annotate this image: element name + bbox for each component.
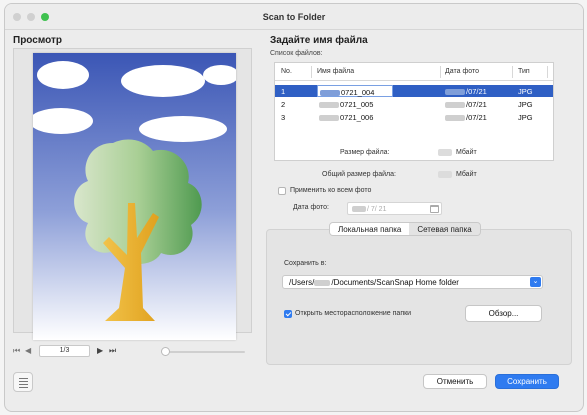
file-size-label: Размер файла: [340,149,390,156]
save-in-label: Сохранить в: [284,260,327,267]
page-indicator[interactable]: 1/3 [39,345,90,357]
open-location-checkbox[interactable] [284,310,292,318]
total-size-label: Общий размер файла: [322,171,396,178]
cancel-button[interactable]: Отменить [423,374,487,389]
filename-heading: Задайте имя файла [270,35,368,46]
destination-tabs: Локальная папка Сетевая папка [329,222,481,236]
tab-network-folder[interactable]: Сетевая папка [409,223,480,235]
table-row[interactable]: 3 0721_006 /07/21 JPG [275,111,553,123]
col-name[interactable]: Имя файла [317,68,354,75]
filename-edit-field[interactable]: 0721_004 [317,85,393,97]
calendar-icon[interactable] [430,205,439,213]
photo-date-field[interactable]: / 7/ 21 [347,202,442,215]
last-page-icon[interactable]: ⏭ [109,344,116,358]
zoom-slider-knob[interactable] [161,347,170,356]
table-row[interactable]: 1 0721_004 /07/21 JPG [275,85,553,97]
total-size-value [438,171,452,178]
destination-panel [266,229,572,365]
window-title: Scan to Folder [262,12,326,22]
tree-illustration [33,53,236,340]
page-navigation: ⏮ ◀ 1/3 ▶ ⏭ [13,344,252,358]
table-row[interactable]: 2 0721_005 /07/21 JPG [275,98,553,110]
col-type[interactable]: Тип [518,68,530,75]
tab-local-folder[interactable]: Локальная папка [330,223,410,235]
zoom-slider-track[interactable] [163,351,245,353]
save-location-select[interactable]: /Users//Documents/ScanSnap Home folder ⌄ [282,275,543,289]
next-page-icon[interactable]: ▶ [97,344,103,358]
total-size-unit: Мбайт [456,171,477,178]
open-location-label[interactable]: Открыть месторасположение папки [295,310,411,317]
preview-title: Просмотр [13,35,62,46]
sidebar-toggle-button[interactable] [13,372,33,392]
file-list-table: No. Имя файла Дата фото Тип 1 0721_004 /… [274,62,554,161]
table-header: No. Имя файла Дата фото Тип [275,63,553,81]
file-list-label: Список файлов: [270,50,323,57]
save-button[interactable]: Сохранить [495,374,559,389]
preview-pane [13,48,252,340]
photo-date-label: Дата фото: [293,204,329,211]
titlebar: Scan to Folder [5,4,583,30]
col-date[interactable]: Дата фото [445,68,479,75]
prev-page-icon[interactable]: ◀ [25,344,31,358]
chevron-down-icon[interactable]: ⌄ [530,277,541,287]
col-no[interactable]: No. [281,68,292,75]
apply-all-label[interactable]: Применить ко всем фото [290,187,371,194]
file-size-unit: Мбайт [456,149,477,156]
first-page-icon[interactable]: ⏮ [13,344,20,358]
file-size-value [438,149,452,156]
browse-button[interactable]: Обзор... [465,305,542,322]
scanned-page-preview [33,53,236,340]
apply-all-checkbox[interactable] [278,187,286,195]
